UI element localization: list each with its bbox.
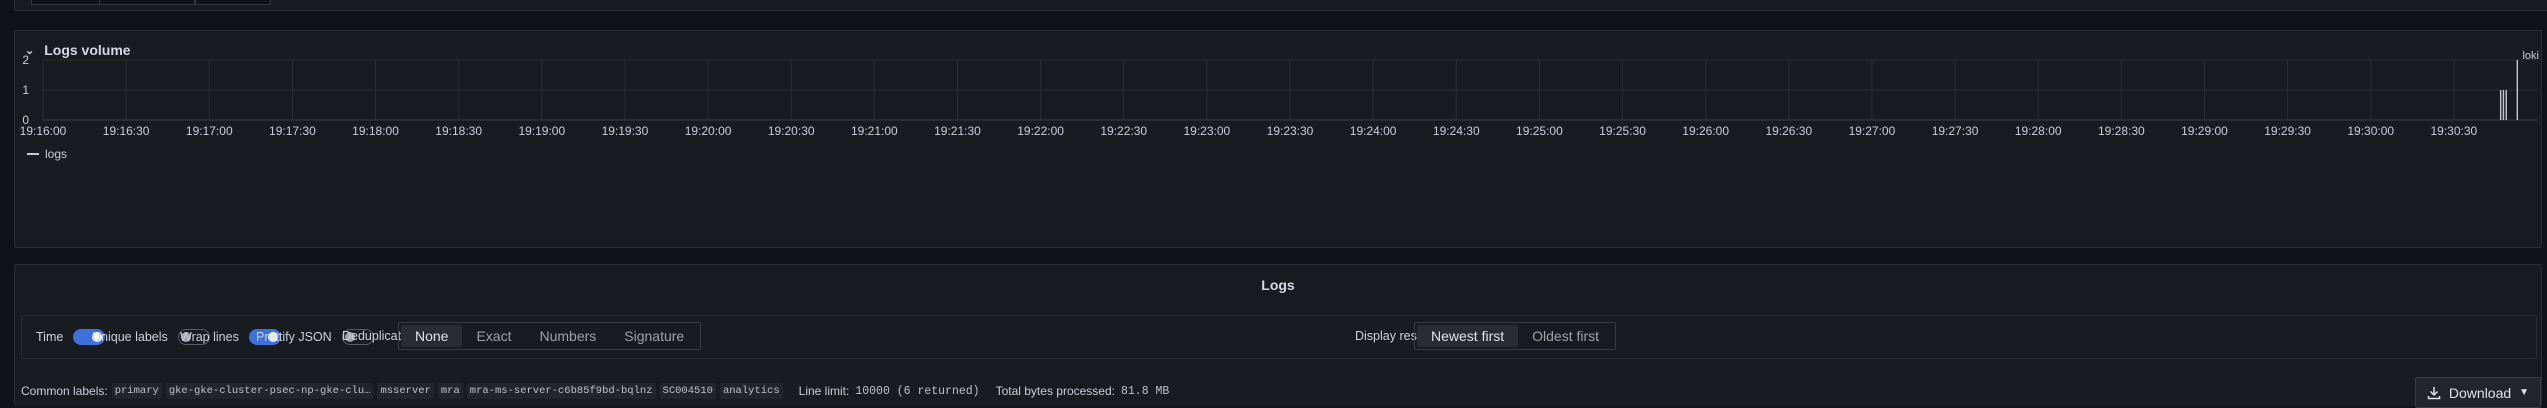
x-tick-label: 19:22:30 (1100, 124, 1147, 138)
chevron-down-icon: ▼ (2519, 387, 2530, 398)
log-options-bar: Time Unique labels Wrap lines Prettify J… (21, 315, 2537, 359)
x-tick-label: 19:22:00 (1017, 124, 1064, 138)
x-tick-label: 19:27:00 (1849, 124, 1896, 138)
x-tick-label: 19:21:00 (851, 124, 898, 138)
x-tick-label: 19:23:30 (1267, 124, 1314, 138)
prettify-json-label: Prettify JSON (256, 330, 332, 344)
dedup-radio-group: None Exact Numbers Signature (398, 322, 702, 350)
panel-title: Logs volume (44, 42, 131, 58)
download-label: Download (2448, 384, 2512, 401)
logs-title: Logs (1261, 277, 1295, 293)
common-label-chip: mra (437, 383, 463, 399)
chevron-down-icon[interactable]: ⌄ (25, 44, 34, 57)
x-tick-label: 19:21:30 (934, 124, 981, 138)
dedup-exact[interactable]: Exact (462, 325, 525, 347)
x-tick-label: 19:19:30 (602, 124, 649, 138)
x-tick-label: 19:30:00 (2347, 124, 2394, 138)
x-tick-label: 19:29:30 (2264, 124, 2311, 138)
x-tick-label: 19:24:30 (1433, 124, 1480, 138)
x-tick-label: 19:18:00 (352, 124, 399, 138)
oldest-first[interactable]: Oldest first (1518, 325, 1613, 347)
dedup-numbers[interactable]: Numbers (525, 325, 610, 347)
logs-volume-header[interactable]: ⌄ Logs volume (25, 42, 131, 58)
download-button[interactable]: Download ▼ (2415, 377, 2541, 408)
common-label-chip: analytics (719, 383, 783, 399)
x-tick-label: 19:16:30 (103, 124, 150, 138)
x-tick-label: 19:25:00 (1516, 124, 1563, 138)
volume-bar (2505, 90, 2507, 120)
common-label-chip: mra-ms-server-c6b85f9bd-bqlnz (466, 383, 656, 399)
x-tick-label: 19:20:30 (768, 124, 815, 138)
volume-bar (2499, 90, 2502, 120)
bytes-processed-value: 81.8 MB (1120, 384, 1170, 398)
logs-panel: Logs Time Unique labels Wrap lines Prett… (14, 264, 2542, 408)
x-tick-label: 19:26:30 (1765, 124, 1812, 138)
x-tick-label: 19:28:30 (2098, 124, 2145, 138)
log-meta-row: Common labels: primary gke-gke-cluster-p… (21, 383, 1169, 399)
line-limit-value: 10000 (6 returned) (855, 384, 980, 398)
common-label-chip: msserver (377, 383, 434, 399)
x-tick-label: 19:23:00 (1184, 124, 1231, 138)
x-tick-label: 19:26:00 (1682, 124, 1729, 138)
y-tick-label: 1 (22, 83, 29, 97)
toolbar-stub (195, 0, 271, 5)
unique-labels-label: Unique labels (92, 330, 168, 344)
bytes-processed-label: Total bytes processed: (995, 384, 1115, 398)
x-tick-label: 19:24:00 (1350, 124, 1397, 138)
toolbar-stub (99, 0, 195, 5)
x-tick-label: 19:20:00 (685, 124, 732, 138)
volume-bar (2502, 90, 2505, 120)
x-tick-label: 19:28:00 (2015, 124, 2062, 138)
query-toolbar-strip (14, 0, 2547, 11)
x-tick-label: 19:16:00 (20, 124, 67, 138)
x-tick-label: 19:19:00 (518, 124, 565, 138)
logs-volume-panel: 0 1 2 19:16:00 19:16:30 19:17:00 19:17:30 19:18… (14, 30, 2542, 248)
x-tick-label: 19:25:30 (1599, 124, 1646, 138)
x-tick-label: 19:17:30 (269, 124, 316, 138)
common-label-chip: gke-gke-cluster-psec-np-gke-clu… (165, 383, 374, 399)
newest-first[interactable]: Newest first (1417, 325, 1519, 347)
dedup-none[interactable]: None (401, 325, 463, 347)
x-tick-label: 19:30:30 (2431, 124, 2478, 138)
dedup-signature[interactable]: Signature (610, 325, 698, 347)
datasource-label: loki (2522, 50, 2539, 62)
display-results-radio-group: Newest first Oldest first (1414, 322, 1617, 350)
common-labels-label: Common labels: (21, 384, 108, 398)
x-tick-label: 19:27:30 (1932, 124, 1979, 138)
wrap-lines-label: Wrap lines (180, 330, 239, 344)
time-label: Time (36, 330, 64, 344)
x-tick-label: 19:18:30 (435, 124, 482, 138)
common-label-chip: primary (111, 383, 162, 399)
legend-label: logs (45, 147, 67, 161)
common-label-chip: SC004510 (659, 383, 716, 399)
volume-bar (2516, 60, 2519, 120)
download-icon (2427, 386, 2441, 399)
x-tick-label: 19:29:00 (2181, 124, 2228, 138)
toolbar-stub (31, 0, 101, 5)
line-limit-label: Line limit: (798, 384, 850, 398)
logs-volume-chart: 01219:16:00 19:16:30 19:17:00 19:17:30 19:18… (20, 50, 2539, 161)
x-tick-label: 19:17:00 (186, 124, 233, 138)
